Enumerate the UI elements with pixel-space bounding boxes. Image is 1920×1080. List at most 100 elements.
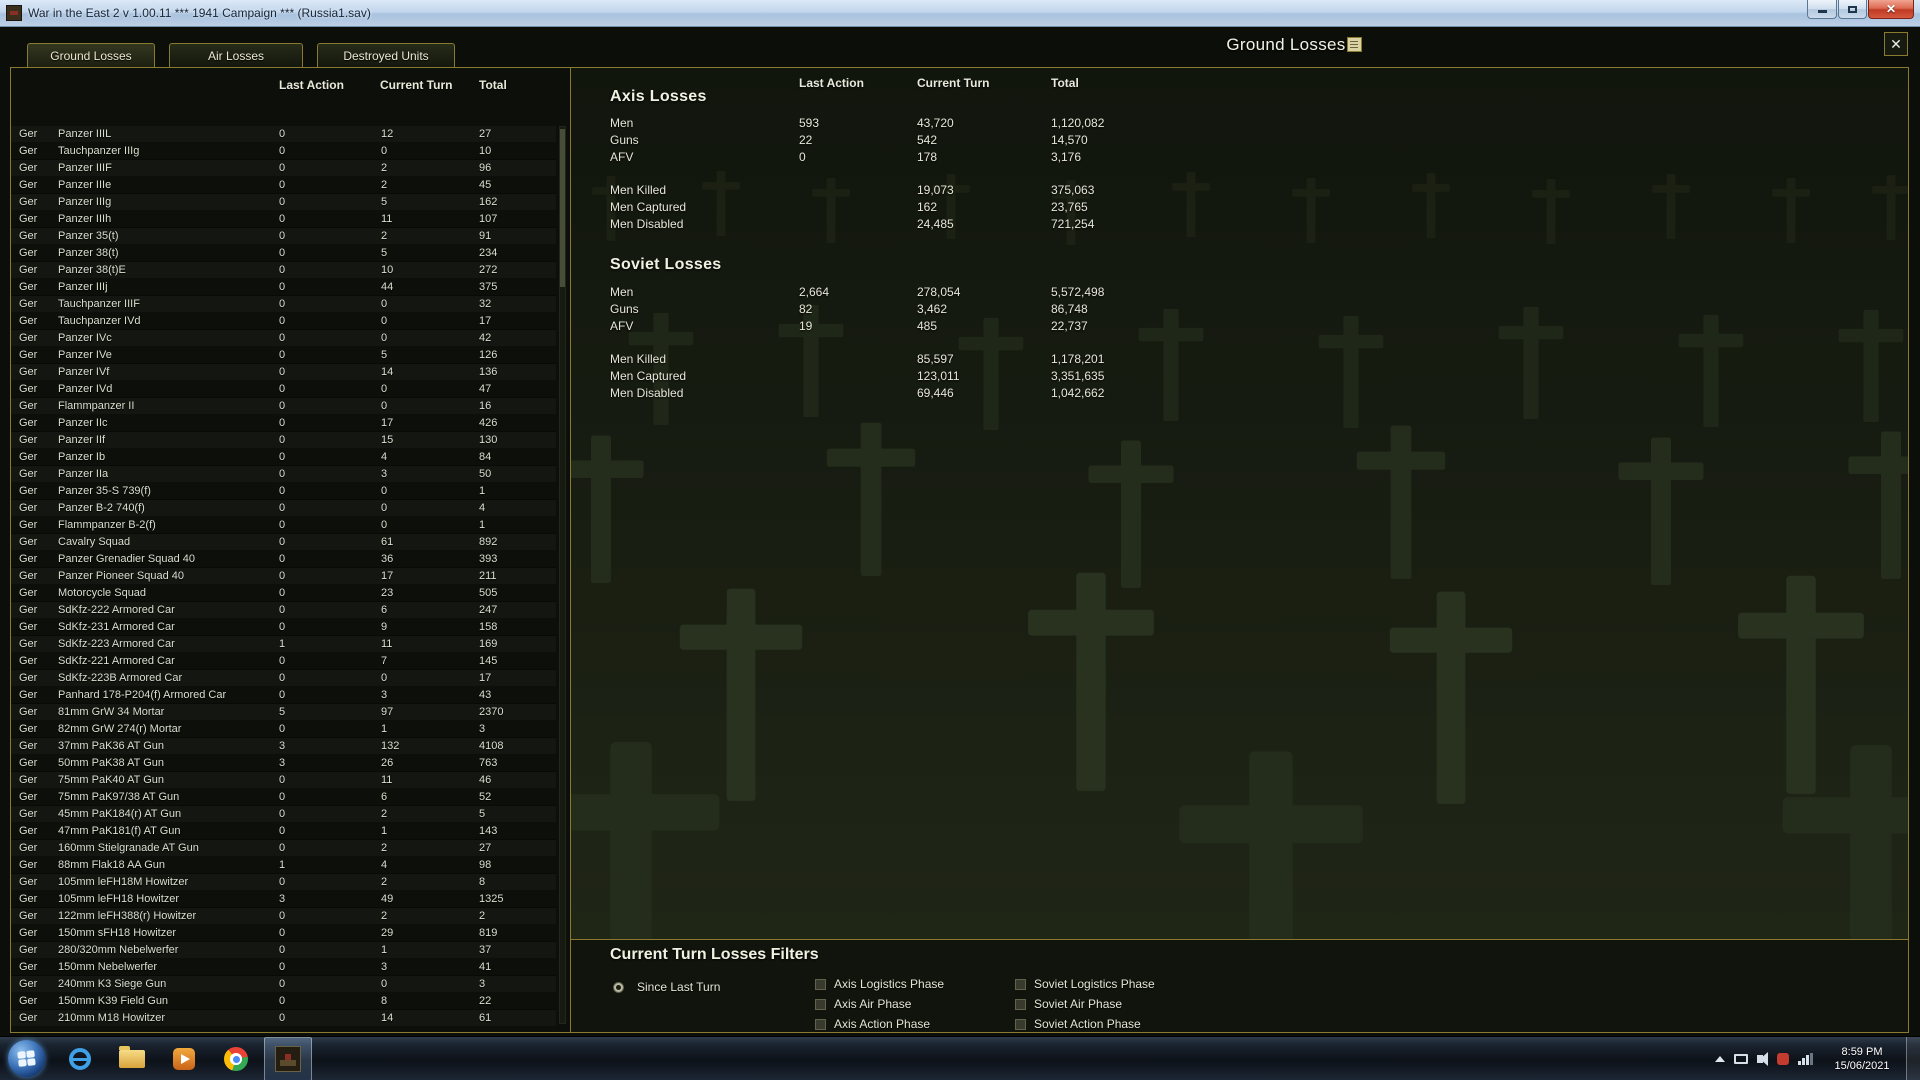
close-screen-button[interactable]: ✕ bbox=[1884, 32, 1908, 56]
cell-equipment-name: Panzer IVf bbox=[58, 366, 110, 378]
cell-nation: Ger bbox=[19, 655, 38, 667]
cell-total: 234 bbox=[479, 247, 498, 259]
summary-current-turn: 19,073 bbox=[917, 183, 954, 197]
cell-current-turn: 4 bbox=[381, 451, 388, 463]
cell-nation: Ger bbox=[19, 995, 38, 1007]
scrollbar-thumb[interactable] bbox=[560, 129, 565, 287]
cell-current-turn: 49 bbox=[381, 893, 394, 905]
cell-equipment-name: Panzer IIIe bbox=[58, 179, 112, 191]
cell-nation: Ger bbox=[19, 910, 38, 922]
since-last-turn-option[interactable]: Since Last Turn bbox=[613, 980, 720, 994]
cell-equipment-name: Panzer IIa bbox=[58, 468, 109, 480]
phase-label: Axis Logistics Phase bbox=[834, 977, 945, 991]
loss-table-row: Ger 50mm PaK38 AT Gun 3 26 763 bbox=[11, 755, 556, 772]
cell-nation: Ger bbox=[19, 706, 38, 718]
cell-total: 1 bbox=[479, 519, 486, 531]
summary-total: 3,176 bbox=[1051, 150, 1082, 164]
cell-equipment-name: Panzer 38(t) bbox=[58, 247, 119, 259]
cell-total: 136 bbox=[479, 366, 498, 378]
show-desktop-button[interactable] bbox=[1906, 1037, 1920, 1080]
summary-last-action: 19 bbox=[799, 319, 813, 333]
tab-air-losses[interactable]: Air Losses bbox=[169, 43, 303, 68]
summary-panel: Last Action Current Turn Total Axis Loss… bbox=[570, 68, 1909, 1032]
phase-filter-option[interactable]: Axis Air Phase bbox=[815, 994, 944, 1014]
cell-nation: Ger bbox=[19, 825, 38, 837]
cell-total: 426 bbox=[479, 417, 498, 429]
summary-current-turn: 123,011 bbox=[917, 369, 960, 383]
cell-equipment-name: Flammpanzer B-2(f) bbox=[58, 519, 156, 531]
cell-equipment-name: Flammpanzer II bbox=[58, 400, 135, 412]
summary-current-turn: 3,462 bbox=[917, 302, 948, 316]
cell-nation: Ger bbox=[19, 638, 38, 650]
summary-label: Men Killed bbox=[610, 352, 667, 366]
phase-checkbox[interactable] bbox=[1015, 1018, 1026, 1030]
volume-icon[interactable] bbox=[1757, 1052, 1768, 1066]
cell-current-turn: 12 bbox=[381, 128, 394, 140]
window-close-button[interactable]: ✕ bbox=[1868, 0, 1914, 19]
cell-last-action: 0 bbox=[279, 349, 286, 361]
phase-checkbox[interactable] bbox=[815, 978, 826, 990]
hidden-icons-chevron-icon[interactable] bbox=[1715, 1056, 1725, 1062]
taskbar-file-explorer-button[interactable] bbox=[108, 1037, 156, 1080]
cell-current-turn: 17 bbox=[381, 570, 394, 582]
phase-filter-option[interactable]: Soviet Air Phase bbox=[1015, 994, 1155, 1014]
summary-total: 3,351,635 bbox=[1051, 369, 1105, 383]
taskbar-internet-explorer-button[interactable] bbox=[56, 1037, 104, 1080]
cell-last-action: 0 bbox=[279, 383, 286, 395]
cell-nation: Ger bbox=[19, 672, 38, 684]
cell-last-action: 0 bbox=[279, 332, 286, 344]
phase-filter-option[interactable]: Soviet Action Phase bbox=[1015, 1014, 1155, 1032]
phase-filter-option[interactable]: Soviet Logistics Phase bbox=[1015, 974, 1155, 994]
loss-table-row: Ger Tauchpanzer IVd 0 0 17 bbox=[11, 313, 556, 330]
current-turn-losses-filters: Current Turn Losses Filters Since Last T… bbox=[571, 939, 1909, 1032]
network-signal-icon[interactable] bbox=[1798, 1053, 1813, 1065]
taskbar-chrome-button[interactable] bbox=[212, 1037, 260, 1080]
loss-table-row: Ger 210mm M18 Howitzer 0 14 61 bbox=[11, 1010, 556, 1027]
loss-table-row: Ger Panzer IVd 0 0 47 bbox=[11, 381, 556, 398]
summary-label: Men Disabled bbox=[610, 386, 684, 400]
loss-table-row: Ger Panzer Pioneer Squad 40 0 17 211 bbox=[11, 568, 556, 585]
phase-filter-option[interactable]: Axis Action Phase bbox=[815, 1014, 944, 1032]
taskbar-clock[interactable]: 8:59 PM 15/06/2021 bbox=[1822, 1045, 1902, 1073]
report-icon[interactable] bbox=[1347, 37, 1362, 52]
summary-current-turn: 278,054 bbox=[917, 285, 961, 299]
tab-destroyed-units[interactable]: Destroyed Units bbox=[317, 43, 455, 68]
phase-checkbox[interactable] bbox=[1015, 978, 1026, 990]
minimize-button[interactable] bbox=[1807, 0, 1837, 19]
table-scrollbar[interactable] bbox=[559, 126, 566, 1024]
cell-last-action: 0 bbox=[279, 315, 286, 327]
tab-ground-losses[interactable]: Ground Losses bbox=[27, 43, 155, 68]
cell-current-turn: 97 bbox=[381, 706, 394, 718]
phase-checkbox[interactable] bbox=[1015, 998, 1026, 1010]
cell-current-turn: 9 bbox=[381, 621, 388, 633]
since-last-turn-radio[interactable] bbox=[613, 981, 624, 993]
start-button[interactable] bbox=[8, 1040, 45, 1077]
taskbar-media-player-button[interactable] bbox=[160, 1037, 208, 1080]
phase-checkbox[interactable] bbox=[815, 1018, 826, 1030]
app-icon bbox=[6, 5, 22, 21]
maximize-button[interactable] bbox=[1838, 0, 1867, 19]
loss-table-row: Ger SdKfz-222 Armored Car 0 6 247 bbox=[11, 602, 556, 619]
tab-label: Destroyed Units bbox=[343, 48, 429, 63]
cell-equipment-name: 280/320mm Nebelwerfer bbox=[58, 944, 179, 956]
screen-title: Ground Losses bbox=[1226, 35, 1346, 54]
cell-current-turn: 0 bbox=[381, 383, 388, 395]
cell-total: 272 bbox=[479, 264, 498, 276]
taskbar-war-in-the-east-button[interactable] bbox=[264, 1037, 312, 1080]
cell-last-action: 0 bbox=[279, 213, 286, 225]
display-tray-icon[interactable] bbox=[1734, 1054, 1748, 1064]
cell-last-action: 0 bbox=[279, 944, 286, 956]
summary-current-turn: 43,720 bbox=[917, 116, 954, 130]
phase-checkbox[interactable] bbox=[815, 998, 826, 1010]
cell-total: 3 bbox=[479, 978, 486, 990]
phase-filter-option[interactable]: Axis Logistics Phase bbox=[815, 974, 944, 994]
internet-explorer-icon bbox=[69, 1048, 91, 1070]
summary-header-total: Total bbox=[1051, 76, 1079, 90]
cell-current-turn: 2 bbox=[381, 876, 388, 888]
antivirus-tray-icon[interactable] bbox=[1777, 1053, 1789, 1065]
cell-last-action: 0 bbox=[279, 162, 286, 174]
header-current-turn: Current Turn bbox=[380, 78, 453, 92]
cell-equipment-name: Tauchpanzer IIIF bbox=[58, 298, 140, 310]
cell-equipment-name: Panzer IVe bbox=[58, 349, 112, 361]
cell-current-turn: 0 bbox=[381, 672, 388, 684]
